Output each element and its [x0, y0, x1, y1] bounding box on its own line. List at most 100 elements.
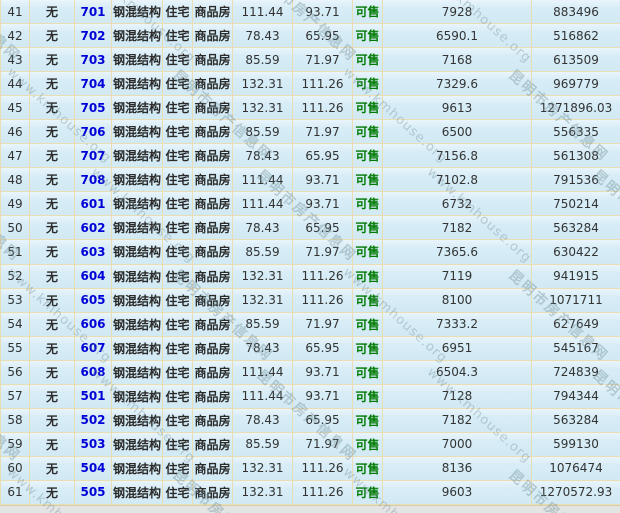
total-price-cell: 516862: [532, 24, 620, 47]
row-number: 53: [1, 289, 30, 312]
status-badge: 可售: [353, 337, 383, 360]
inner-area-cell: 71.97: [293, 120, 353, 143]
room-number-link[interactable]: 605: [75, 289, 112, 312]
inner-area-cell: 93.71: [293, 0, 353, 23]
total-price-cell: 599130: [532, 433, 620, 456]
room-number-link[interactable]: 607: [75, 337, 112, 360]
status-badge: 可售: [353, 433, 383, 456]
usage-cell: 住宅: [163, 48, 193, 71]
row-number: 45: [1, 96, 30, 119]
room-number-link[interactable]: 603: [75, 240, 112, 263]
room-number-link[interactable]: 602: [75, 216, 112, 239]
build-area-cell: 132.31: [233, 481, 293, 504]
build-area-cell: 78.43: [233, 144, 293, 167]
structure-cell: 钢混结构: [112, 289, 163, 312]
room-number-link[interactable]: 604: [75, 265, 112, 288]
room-number-link[interactable]: 601: [75, 192, 112, 215]
house-type-cell: 商品房: [193, 289, 233, 312]
total-price-cell: 563284: [532, 216, 620, 239]
total-price-cell: 750214: [532, 192, 620, 215]
status-badge: 可售: [353, 385, 383, 408]
limit-cell: 无: [30, 0, 75, 23]
limit-cell: 无: [30, 216, 75, 239]
row-number: 44: [1, 72, 30, 95]
total-price-cell: 724839: [532, 361, 620, 384]
limit-cell: 无: [30, 433, 75, 456]
row-number: 49: [1, 192, 30, 215]
room-number-link[interactable]: 608: [75, 361, 112, 384]
build-area-cell: 132.31: [233, 457, 293, 480]
usage-cell: 住宅: [163, 24, 193, 47]
room-number-link[interactable]: 707: [75, 144, 112, 167]
build-area-cell: 85.59: [233, 313, 293, 336]
bottom-strip: [0, 505, 620, 513]
house-type-cell: 商品房: [193, 457, 233, 480]
status-badge: 可售: [353, 0, 383, 23]
total-price-cell: 794344: [532, 385, 620, 408]
room-number-link[interactable]: 501: [75, 385, 112, 408]
unit-price-cell: 7333.2: [383, 313, 532, 336]
limit-cell: 无: [30, 409, 75, 432]
inner-area-cell: 71.97: [293, 433, 353, 456]
total-price-cell: 561308: [532, 144, 620, 167]
unit-price-cell: 7365.6: [383, 240, 532, 263]
total-price-cell: 545167: [532, 337, 620, 360]
usage-cell: 住宅: [163, 168, 193, 191]
table-row: 41 无 701 钢混结构 住宅 商品房 111.44 93.71 可售 792…: [1, 0, 620, 24]
unit-price-cell: 6504.3: [383, 361, 532, 384]
usage-cell: 住宅: [163, 481, 193, 504]
table-row: 52 无 604 钢混结构 住宅 商品房 132.31 111.26 可售 71…: [1, 265, 620, 289]
row-number: 59: [1, 433, 30, 456]
limit-cell: 无: [30, 361, 75, 384]
room-number-link[interactable]: 502: [75, 409, 112, 432]
build-area-cell: 132.31: [233, 72, 293, 95]
unit-price-cell: 7000: [383, 433, 532, 456]
room-number-link[interactable]: 702: [75, 24, 112, 47]
table-row: 49 无 601 钢混结构 住宅 商品房 111.44 93.71 可售 673…: [1, 192, 620, 216]
house-type-cell: 商品房: [193, 385, 233, 408]
inner-area-cell: 65.95: [293, 337, 353, 360]
build-area-cell: 78.43: [233, 216, 293, 239]
inner-area-cell: 111.26: [293, 96, 353, 119]
table-row: 56 无 608 钢混结构 住宅 商品房 111.44 93.71 可售 650…: [1, 361, 620, 385]
total-price-cell: 791536: [532, 168, 620, 191]
structure-cell: 钢混结构: [112, 48, 163, 71]
usage-cell: 住宅: [163, 0, 193, 23]
unit-price-cell: 6951: [383, 337, 532, 360]
table-row: 47 无 707 钢混结构 住宅 商品房 78.43 65.95 可售 7156…: [1, 144, 620, 168]
room-number-link[interactable]: 505: [75, 481, 112, 504]
row-number: 42: [1, 24, 30, 47]
unit-price-cell: 7182: [383, 409, 532, 432]
usage-cell: 住宅: [163, 216, 193, 239]
usage-cell: 住宅: [163, 313, 193, 336]
house-type-cell: 商品房: [193, 337, 233, 360]
table-row: 48 无 708 钢混结构 住宅 商品房 111.44 93.71 可售 710…: [1, 168, 620, 192]
usage-cell: 住宅: [163, 457, 193, 480]
total-price-cell: 1071711: [532, 289, 620, 312]
room-number-link[interactable]: 706: [75, 120, 112, 143]
limit-cell: 无: [30, 144, 75, 167]
limit-cell: 无: [30, 96, 75, 119]
room-number-link[interactable]: 705: [75, 96, 112, 119]
room-number-link[interactable]: 606: [75, 313, 112, 336]
status-badge: 可售: [353, 313, 383, 336]
room-number-link[interactable]: 701: [75, 0, 112, 23]
table-row: 60 无 504 钢混结构 住宅 商品房 132.31 111.26 可售 81…: [1, 457, 620, 481]
table-row: 59 无 503 钢混结构 住宅 商品房 85.59 71.97 可售 7000…: [1, 433, 620, 457]
inner-area-cell: 93.71: [293, 168, 353, 191]
limit-cell: 无: [30, 457, 75, 480]
house-type-cell: 商品房: [193, 481, 233, 504]
room-number-link[interactable]: 708: [75, 168, 112, 191]
unit-price-cell: 9613: [383, 96, 532, 119]
structure-cell: 钢混结构: [112, 192, 163, 215]
build-area-cell: 132.31: [233, 96, 293, 119]
structure-cell: 钢混结构: [112, 337, 163, 360]
usage-cell: 住宅: [163, 96, 193, 119]
room-number-link[interactable]: 703: [75, 48, 112, 71]
limit-cell: 无: [30, 192, 75, 215]
limit-cell: 无: [30, 265, 75, 288]
room-number-link[interactable]: 704: [75, 72, 112, 95]
room-number-link[interactable]: 503: [75, 433, 112, 456]
room-number-link[interactable]: 504: [75, 457, 112, 480]
row-number: 41: [1, 0, 30, 23]
